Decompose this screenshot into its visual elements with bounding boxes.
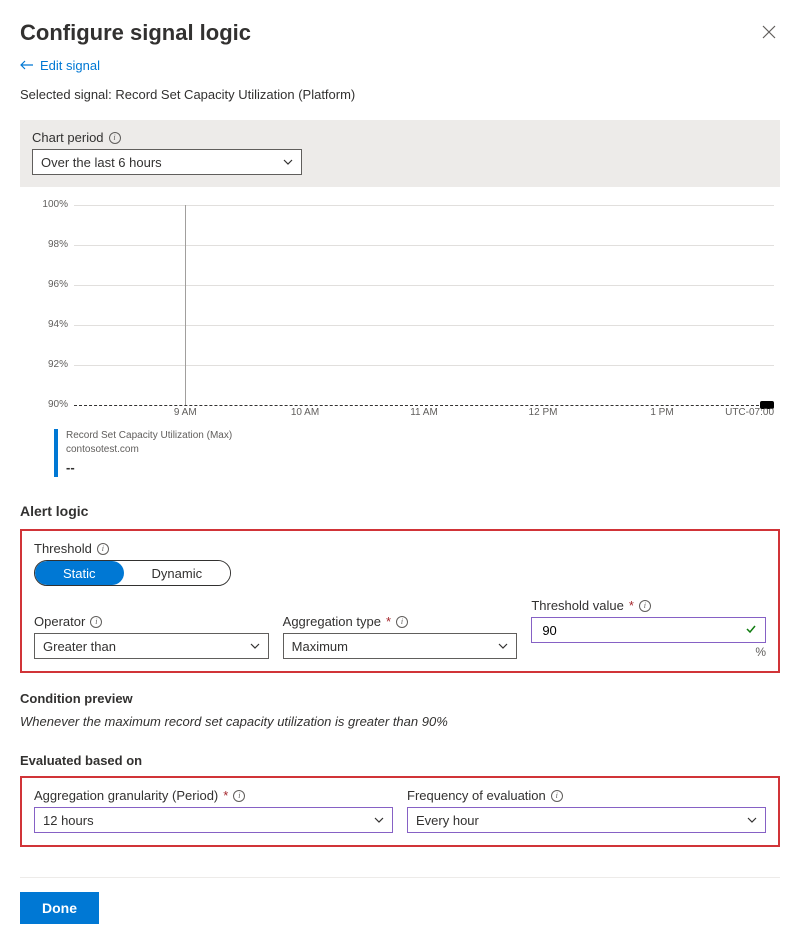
alert-logic-title: Alert logic xyxy=(20,503,780,519)
info-icon[interactable]: i xyxy=(233,790,245,802)
info-icon[interactable]: i xyxy=(551,790,563,802)
aggregation-type-value: Maximum xyxy=(292,639,348,654)
legend-color-swatch xyxy=(54,429,58,477)
chart-period-label: Chart period i xyxy=(32,130,768,145)
aggregation-type-label: Aggregation type * i xyxy=(283,614,518,629)
operator-value: Greater than xyxy=(43,639,116,654)
done-button[interactable]: Done xyxy=(20,892,99,924)
aggregation-type-select[interactable]: Maximum xyxy=(283,633,518,659)
granularity-value: 12 hours xyxy=(43,813,94,828)
chart-period-panel: Chart period i Over the last 6 hours xyxy=(20,120,780,187)
threshold-unit: % xyxy=(531,645,766,659)
evaluated-box: Aggregation granularity (Period) * i 12 … xyxy=(20,776,780,847)
chevron-down-icon xyxy=(283,157,293,167)
x-tick: 12 PM xyxy=(529,407,558,418)
page-title: Configure signal logic xyxy=(20,20,251,46)
info-icon[interactable]: i xyxy=(639,600,651,612)
info-icon[interactable]: i xyxy=(109,132,121,144)
threshold-toggle-dynamic[interactable]: Dynamic xyxy=(124,561,231,585)
x-tick: 10 AM xyxy=(291,407,319,418)
condition-preview-text: Whenever the maximum record set capacity… xyxy=(20,714,780,729)
threshold-value-label: Threshold value * i xyxy=(531,598,766,613)
chart: 100% 98% 96% 94% 92% 90% 9 AM 10 AM 11 A… xyxy=(20,205,780,477)
chart-timezone: UTC-07:00 xyxy=(725,407,774,418)
footer-divider xyxy=(20,877,780,878)
chevron-down-icon xyxy=(374,815,384,825)
condition-preview-title: Condition preview xyxy=(20,691,780,706)
chart-period-select[interactable]: Over the last 6 hours xyxy=(32,149,302,175)
selected-signal: Selected signal: Record Set Capacity Uti… xyxy=(20,87,780,102)
operator-label: Operator i xyxy=(34,614,269,629)
operator-select[interactable]: Greater than xyxy=(34,633,269,659)
x-tick: 1 PM xyxy=(650,407,673,418)
arrow-left-icon xyxy=(20,58,34,73)
checkmark-icon xyxy=(745,623,757,638)
threshold-value-input[interactable] xyxy=(531,617,766,643)
x-tick: 11 AM xyxy=(410,407,438,418)
chevron-down-icon xyxy=(250,641,260,651)
threshold-label: Threshold i xyxy=(34,541,766,556)
info-icon[interactable]: i xyxy=(97,543,109,555)
threshold-value-field[interactable] xyxy=(540,622,739,639)
legend-series-source: contosotest.com xyxy=(66,443,232,457)
y-tick: 94% xyxy=(36,319,68,330)
chart-legend: Record Set Capacity Utilization (Max) co… xyxy=(54,429,774,477)
threshold-toggle[interactable]: Static Dynamic xyxy=(34,560,231,586)
info-icon[interactable]: i xyxy=(396,616,408,628)
threshold-toggle-static[interactable]: Static xyxy=(35,561,124,585)
y-tick: 90% xyxy=(36,399,68,410)
evaluated-title: Evaluated based on xyxy=(20,753,780,768)
chevron-down-icon xyxy=(498,641,508,651)
chart-period-value: Over the last 6 hours xyxy=(41,155,162,170)
close-icon xyxy=(762,23,776,43)
y-tick: 96% xyxy=(36,279,68,290)
info-icon[interactable]: i xyxy=(90,616,102,628)
granularity-select[interactable]: 12 hours xyxy=(34,807,393,833)
frequency-label: Frequency of evaluation i xyxy=(407,788,766,803)
y-tick: 92% xyxy=(36,359,68,370)
legend-series-value: -- xyxy=(66,459,232,477)
y-tick: 100% xyxy=(36,199,68,210)
alert-logic-box: Threshold i Static Dynamic Operator i Gr… xyxy=(20,529,780,673)
close-button[interactable] xyxy=(758,20,780,46)
y-tick: 98% xyxy=(36,239,68,250)
edit-signal-label: Edit signal xyxy=(40,58,100,73)
chevron-down-icon xyxy=(747,815,757,825)
frequency-select[interactable]: Every hour xyxy=(407,807,766,833)
frequency-value: Every hour xyxy=(416,813,479,828)
legend-series-name: Record Set Capacity Utilization (Max) xyxy=(66,429,232,443)
x-tick: 9 AM xyxy=(174,407,197,418)
edit-signal-link[interactable]: Edit signal xyxy=(20,58,100,73)
chart-cursor-line xyxy=(185,205,186,405)
granularity-label: Aggregation granularity (Period) * i xyxy=(34,788,393,803)
